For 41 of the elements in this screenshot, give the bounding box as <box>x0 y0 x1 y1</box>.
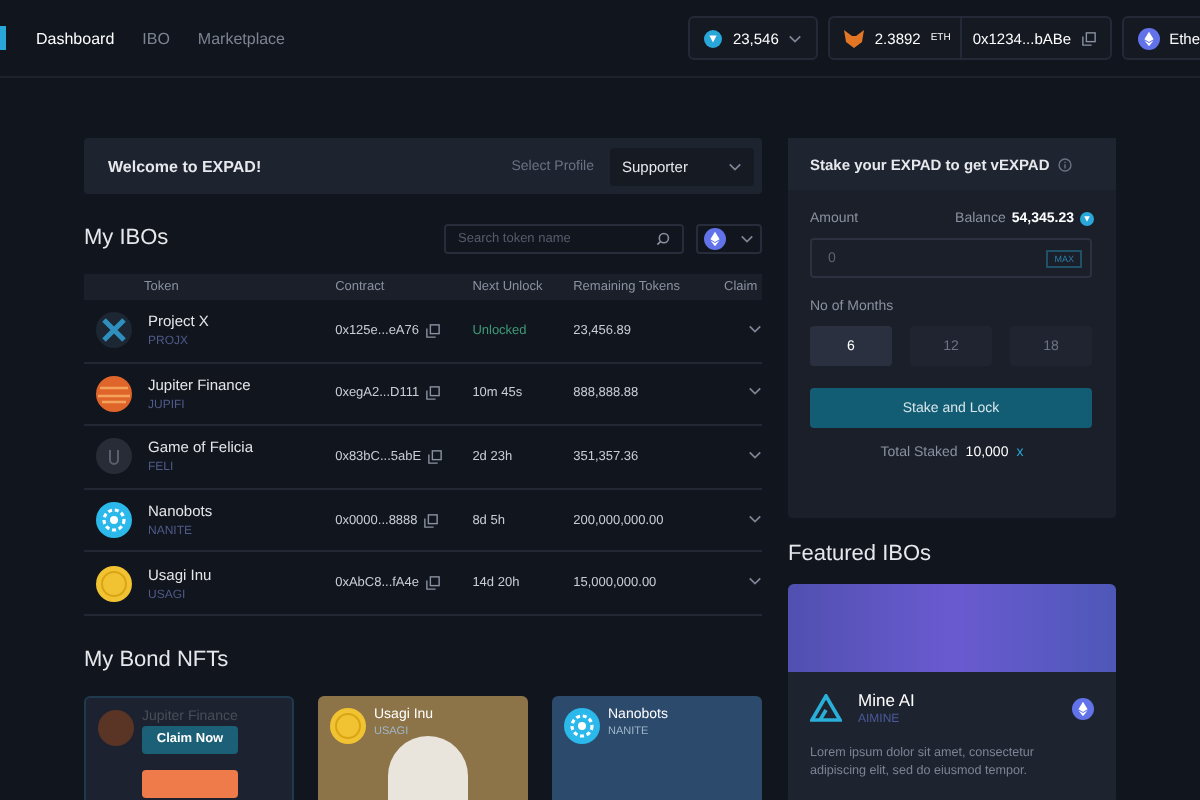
ethereum-icon <box>1137 27 1160 49</box>
copy-icon[interactable] <box>423 513 438 528</box>
gear-icon <box>96 502 132 539</box>
chevron-down-icon <box>748 323 762 334</box>
copy-icon[interactable] <box>425 386 440 401</box>
chevron-down-icon <box>788 33 803 43</box>
section-title: My Bond NFTs <box>84 647 231 672</box>
copy-icon[interactable] <box>425 323 440 338</box>
section-title: My IBOs <box>84 226 171 250</box>
chain-dropdown[interactable] <box>696 223 762 253</box>
copy-icon[interactable] <box>427 449 442 464</box>
chevron-down-icon <box>739 233 754 243</box>
chevron-down-icon <box>748 449 762 460</box>
coin-icon <box>96 565 132 602</box>
copy-icon[interactable] <box>425 576 439 591</box>
featured-name: Mine AI <box>858 690 917 710</box>
ethereum-icon <box>1072 697 1094 719</box>
photo-placeholder <box>388 735 468 800</box>
logo-icon <box>0 26 6 50</box>
nav-link[interactable]: Marketplace <box>197 29 285 47</box>
ethereum-icon <box>704 227 727 249</box>
welcome-title: Welcome to EXPAD! <box>108 157 264 175</box>
section-title: Featured IBOs <box>788 542 934 566</box>
token-icon <box>96 438 132 475</box>
coin-icon <box>330 707 366 744</box>
gear-icon <box>564 707 600 744</box>
triangle-logo-icon <box>810 694 842 722</box>
fox-icon <box>844 29 865 47</box>
action-button[interactable] <box>142 769 238 798</box>
chevron-down-icon <box>748 513 762 524</box>
nav-link[interactable]: Dashboard <box>36 29 115 47</box>
chevron-down-icon <box>728 161 742 171</box>
copy-icon[interactable] <box>1081 31 1096 45</box>
token-icon <box>1080 212 1094 226</box>
nav-link[interactable]: IBO <box>142 29 170 47</box>
search-icon <box>656 231 670 245</box>
info-icon <box>1057 157 1072 171</box>
chevron-down-icon <box>748 386 762 397</box>
token-icon <box>704 29 723 47</box>
chevron-down-icon <box>748 576 762 587</box>
x-logo-icon <box>96 312 132 349</box>
